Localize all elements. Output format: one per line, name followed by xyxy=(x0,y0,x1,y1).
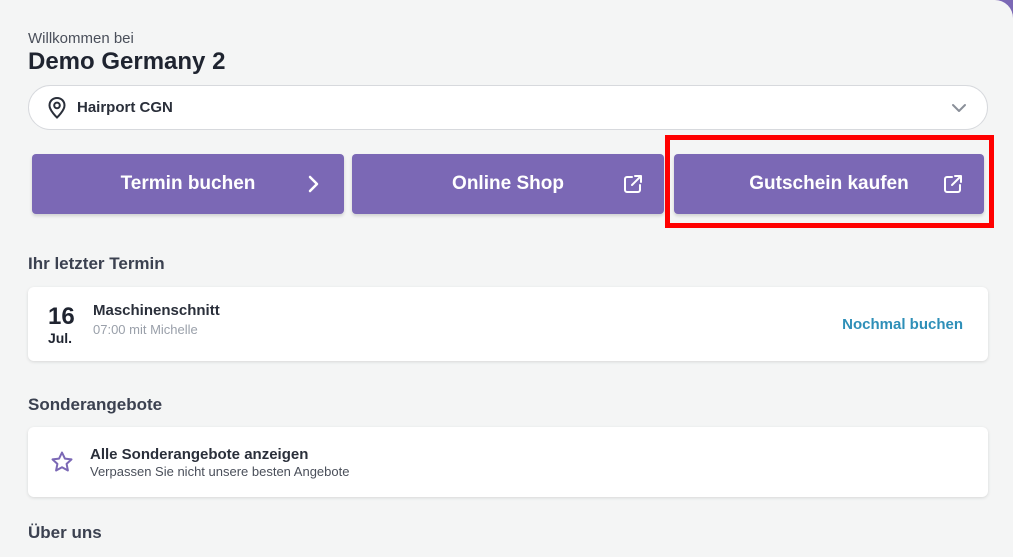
welcome-text: Willkommen bei xyxy=(28,30,134,47)
offers-heading: Sonderangebote xyxy=(28,395,163,414)
appointment-service: Maschinenschnitt xyxy=(93,302,220,319)
appointment-month: Jul. xyxy=(47,330,73,346)
external-link-icon xyxy=(622,173,644,195)
online-shop-button[interactable]: Online Shop xyxy=(352,154,664,214)
external-link-icon xyxy=(942,173,964,195)
rebook-link[interactable]: Nochmal buchen xyxy=(842,316,963,333)
star-icon xyxy=(50,450,74,474)
chevron-right-icon xyxy=(302,173,324,195)
location-dropdown[interactable]: Hairport CGN xyxy=(28,85,988,130)
last-appointment-heading: Ihr letzter Termin xyxy=(28,254,165,273)
about-heading: Über uns xyxy=(28,523,102,542)
location-selected-label: Hairport CGN xyxy=(77,99,173,116)
buy-voucher-button[interactable]: Gutschein kaufen xyxy=(674,154,984,214)
page-container: Willkommen bei Demo Germany 2 Hairport C… xyxy=(0,0,1013,557)
location-pin-icon xyxy=(47,96,67,119)
offers-item-subtitle: Verpassen Sie nicht unsere besten Angebo… xyxy=(90,464,350,479)
action-buttons: Termin buchen Online Shop Gutschein kauf… xyxy=(32,154,984,214)
appointment-detail: 07:00 mit Michelle xyxy=(93,322,198,337)
book-appointment-label: Termin buchen xyxy=(120,173,256,194)
buy-voucher-label: Gutschein kaufen xyxy=(749,173,909,194)
online-shop-label: Online Shop xyxy=(452,173,564,194)
company-title: Demo Germany 2 xyxy=(28,48,226,75)
offers-item-title: Alle Sonderangebote anzeigen xyxy=(90,446,309,463)
chevron-down-icon xyxy=(949,98,969,118)
offers-card[interactable]: Alle Sonderangebote anzeigen Verpassen S… xyxy=(28,427,988,497)
appointment-day: 16 xyxy=(48,303,75,330)
last-appointment-card: 16 Jul. Maschinenschnitt 07:00 mit Miche… xyxy=(28,287,988,361)
book-appointment-button[interactable]: Termin buchen xyxy=(32,154,344,214)
